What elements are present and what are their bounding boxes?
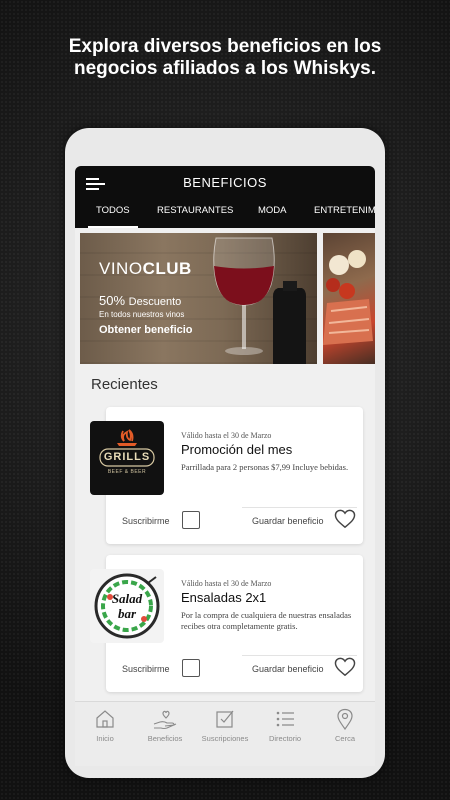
nav-beneficios[interactable]: Beneficios <box>135 708 195 743</box>
location-pin-icon <box>337 708 353 730</box>
benefit-card[interactable]: Salad bar Válido hasta el 30 de Marzo En… <box>90 555 363 692</box>
nav-suscripciones[interactable]: Suscripciones <box>195 708 255 743</box>
page-title: BENEFICIOS <box>183 175 267 190</box>
subscribe-checkbox[interactable] <box>182 659 200 677</box>
tab-restaurantes[interactable]: RESTAURANTES <box>157 204 233 226</box>
phone-frame: BENEFICIOS TODOS RESTAURANTES MODA ENTRE… <box>65 128 385 778</box>
obtener-beneficio-link[interactable]: Obtener beneficio <box>99 324 193 336</box>
heart-icon[interactable] <box>334 657 356 677</box>
checkbox-icon <box>216 710 234 728</box>
card-validity: Válido hasta el 30 de Marzo <box>181 431 272 440</box>
category-tabs: TODOS RESTAURANTES MODA ENTRETENIM <box>75 204 375 228</box>
headline-line-2: negocios afiliados a los Whiskys. <box>74 58 376 79</box>
subscribe-label[interactable]: Suscribirme <box>122 516 170 526</box>
gift-hand-icon <box>153 710 177 730</box>
list-icon <box>276 711 294 727</box>
tab-moda[interactable]: MODA <box>258 204 287 226</box>
save-benefit-label[interactable]: Guardar beneficio <box>252 516 324 526</box>
nav-inicio[interactable]: Inicio <box>75 708 135 743</box>
banner-carousel: VINOCLUB 50% Descuento En todos nuestros… <box>75 228 375 364</box>
nav-directorio[interactable]: Directorio <box>255 708 315 743</box>
app-topbar: BENEFICIOS TODOS RESTAURANTES MODA ENTRE… <box>75 166 375 228</box>
promo-headline: Explora diversos beneficios en los negoc… <box>0 36 450 80</box>
subscribe-label[interactable]: Suscribirme <box>122 664 170 674</box>
headline-line-1: Explora diversos beneficios en los <box>68 36 382 57</box>
app-screen: BENEFICIOS TODOS RESTAURANTES MODA ENTRE… <box>75 166 375 766</box>
card-title: Ensaladas 2x1 <box>181 590 267 605</box>
tab-todos[interactable]: TODOS <box>88 204 138 228</box>
nav-cerca[interactable]: Cerca <box>315 708 375 743</box>
food-image <box>323 250 373 345</box>
card-title: Promoción del mes <box>181 442 293 457</box>
benefit-card[interactable]: GRILLS BEEF & BEER Válido hasta el 30 de… <box>90 407 363 544</box>
card-description: Parrillada para 2 personas $7,99 Incluye… <box>181 462 349 472</box>
card-description: Por la compra de cualquiera de nuestras … <box>181 610 352 631</box>
vino-club-banner[interactable]: VINOCLUB 50% Descuento En todos nuestros… <box>80 233 317 364</box>
card-validity: Válido hasta el 30 de Marzo <box>181 579 272 588</box>
save-benefit-label[interactable]: Guardar beneficio <box>252 664 324 674</box>
grills-logo: GRILLS BEEF & BEER <box>90 421 164 495</box>
divider <box>242 655 357 656</box>
vino-club-logo: VINOCLUB <box>99 259 192 278</box>
discount-subtext: En todos nuestros vinos <box>99 310 185 319</box>
discount-text: 50% Descuento <box>99 293 182 308</box>
subscribe-checkbox[interactable] <box>182 511 200 529</box>
heart-icon[interactable] <box>334 509 356 529</box>
salad-bar-logo: Salad bar <box>90 569 164 643</box>
home-icon <box>96 710 114 728</box>
bottom-navigation: Inicio Beneficios Suscripciones Director… <box>75 701 375 766</box>
divider <box>242 507 357 508</box>
recientes-heading: Recientes <box>91 376 158 393</box>
food-banner-peek[interactable] <box>323 233 375 364</box>
tab-entretenimiento[interactable]: ENTRETENIM <box>314 204 375 226</box>
